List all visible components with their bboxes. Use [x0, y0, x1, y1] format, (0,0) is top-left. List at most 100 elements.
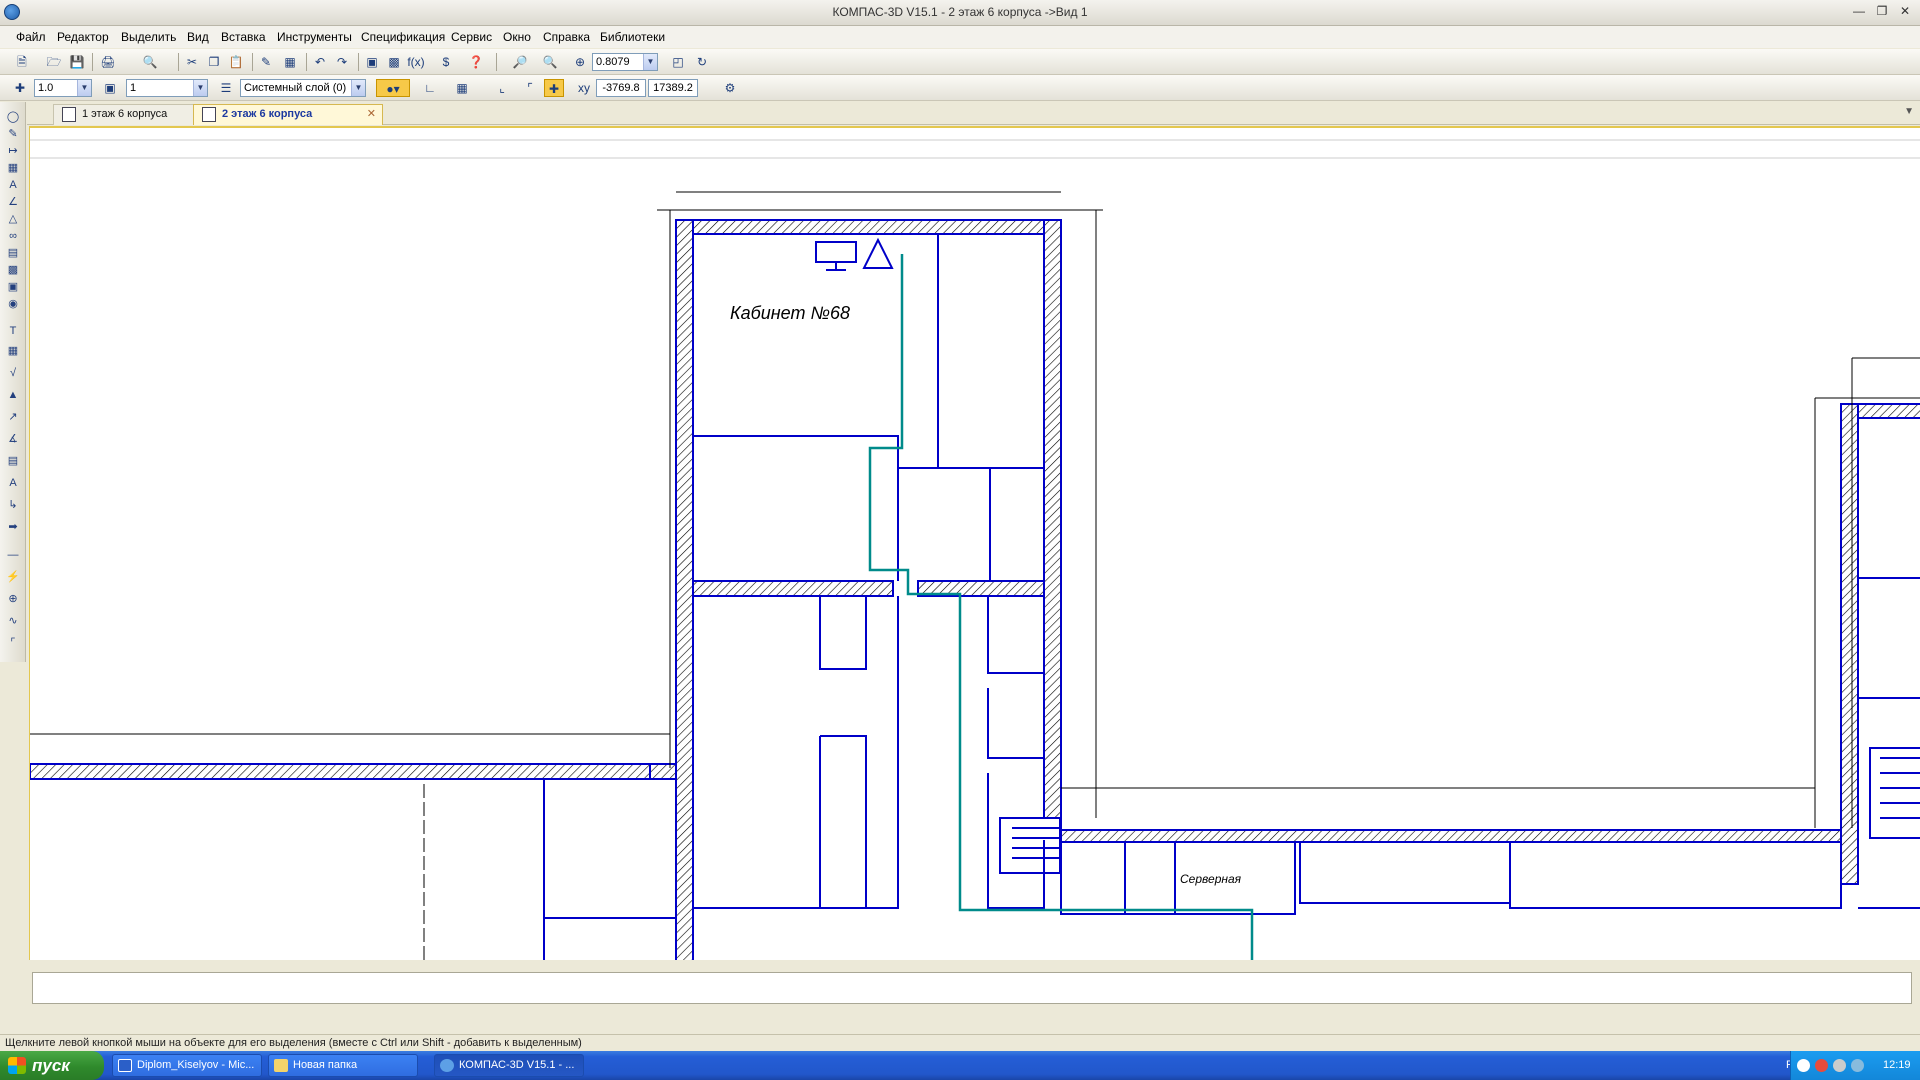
- restore-icon[interactable]: ❐: [1873, 4, 1891, 20]
- property-input[interactable]: [32, 972, 1912, 1004]
- step-combo[interactable]: 1.0 ▼: [34, 79, 92, 97]
- network-icon[interactable]: [1851, 1059, 1864, 1072]
- start-button[interactable]: пуск: [0, 1051, 104, 1080]
- select-icon[interactable]: △: [4, 212, 22, 227]
- volume-icon[interactable]: [1833, 1059, 1846, 1072]
- edit-icon[interactable]: ✎: [4, 127, 22, 142]
- chevron-down-icon[interactable]: ▼: [351, 80, 365, 96]
- measure-icon[interactable]: ∠: [4, 195, 22, 210]
- coordinates-icon[interactable]: xy: [574, 79, 594, 97]
- close-tab-icon[interactable]: ✕: [367, 105, 376, 124]
- chevron-down-icon[interactable]: ▼: [77, 80, 91, 96]
- lightning-icon[interactable]: ⚡: [4, 570, 22, 585]
- undo-icon[interactable]: ↶: [310, 53, 330, 71]
- table-icon[interactable]: ▦: [4, 344, 22, 359]
- coord-y-field[interactable]: 17389.2: [648, 79, 698, 97]
- zoom-in-icon[interactable]: ⊕: [570, 53, 590, 71]
- layer-state-icon[interactable]: ☰: [216, 79, 236, 97]
- position-icon[interactable]: ∡: [4, 432, 22, 447]
- cut-icon[interactable]: ✂: [182, 53, 202, 71]
- leader-icon[interactable]: ↗: [4, 410, 22, 425]
- parametrization-icon[interactable]: ∞: [4, 229, 22, 244]
- variables-icon[interactable]: f(x): [406, 53, 426, 71]
- menu-libraries[interactable]: Библиотеки: [600, 30, 665, 44]
- menu-file[interactable]: Файл: [16, 30, 46, 44]
- menu-window[interactable]: Окно: [503, 30, 531, 44]
- break-line-icon[interactable]: ⌜: [4, 636, 22, 651]
- tab-first-floor[interactable]: 1 этаж 6 корпуса: [53, 104, 209, 125]
- orthogonal-icon[interactable]: ∟: [420, 79, 440, 97]
- calculator-icon[interactable]: $: [436, 53, 456, 71]
- menu-view[interactable]: Вид: [187, 30, 209, 44]
- menu-insert[interactable]: Вставка: [221, 30, 266, 44]
- tab-second-floor[interactable]: 2 этаж 6 корпуса ✕: [193, 104, 383, 125]
- antivirus-icon[interactable]: [1815, 1059, 1828, 1072]
- view-arrow-icon[interactable]: ➡: [4, 520, 22, 535]
- axis-label-icon[interactable]: A: [4, 476, 22, 491]
- chevron-down-icon[interactable]: ▼: [193, 80, 207, 96]
- copy-icon[interactable]: ❐: [204, 53, 224, 71]
- wave-line-icon[interactable]: ∿: [4, 614, 22, 629]
- designation-icon[interactable]: A: [4, 178, 22, 193]
- hatch-icon[interactable]: ▦: [4, 161, 22, 176]
- menu-select[interactable]: Выделить: [121, 30, 176, 44]
- menu-specification[interactable]: Спецификация: [361, 30, 445, 44]
- roughness-icon[interactable]: √: [4, 366, 22, 381]
- task-kompas[interactable]: КОМПАС-3D V15.1 - ...: [434, 1054, 584, 1077]
- paste-icon[interactable]: 📋: [226, 53, 246, 71]
- snap-icon[interactable]: ✚: [544, 79, 564, 97]
- menu-service[interactable]: Сервис: [451, 30, 492, 44]
- library-manager-icon[interactable]: ▩: [384, 53, 404, 71]
- cut-line-icon[interactable]: ↳: [4, 498, 22, 513]
- cursor-step-icon[interactable]: ✚: [10, 79, 30, 97]
- refresh-icon[interactable]: ↻: [692, 53, 712, 71]
- tabs-menu-icon[interactable]: ▼: [1904, 106, 1914, 117]
- report-icon[interactable]: ▩: [4, 263, 22, 278]
- base-icon[interactable]: ▲: [4, 388, 22, 403]
- print-icon[interactable]: 🖨: [98, 53, 118, 71]
- help-pointer-icon[interactable]: ❓: [466, 53, 486, 71]
- minimize-icon[interactable]: —: [1850, 4, 1868, 20]
- print-preview-icon[interactable]: 🔍: [140, 53, 160, 71]
- close-icon[interactable]: ✕: [1896, 4, 1914, 20]
- tolerance-icon[interactable]: ▤: [4, 454, 22, 469]
- grid-icon[interactable]: ▦: [452, 79, 472, 97]
- axis-line-icon[interactable]: —: [4, 548, 22, 563]
- current-state-toolbar: ✚ 1.0 ▼ ▣ 1 ▼ ☰ Системный слой (0) ▼ ●▾ ∟ ▦…: [0, 75, 1920, 101]
- save-icon[interactable]: 💾: [67, 53, 87, 71]
- zoom-window-icon[interactable]: 🔎: [510, 53, 530, 71]
- dimensions-icon[interactable]: ↦: [4, 144, 22, 159]
- fragment-icon[interactable]: ◉: [4, 297, 22, 312]
- color-state-icon[interactable]: ●▾: [376, 79, 410, 97]
- local-cs-icon[interactable]: ⌞: [492, 79, 512, 97]
- text-icon[interactable]: T: [4, 324, 22, 339]
- coord-x-field[interactable]: -3769.8: [596, 79, 646, 97]
- menu-tools[interactable]: Инструменты: [277, 30, 352, 44]
- drawing-canvas[interactable]: Кабинет №68 Серверная: [29, 126, 1920, 960]
- insert-icon[interactable]: ▣: [4, 280, 22, 295]
- center-mark-icon[interactable]: ⊕: [4, 592, 22, 607]
- menu-edit[interactable]: Редактор: [57, 30, 109, 44]
- properties-icon[interactable]: ▦: [280, 53, 300, 71]
- layer-combo[interactable]: Системный слой (0) ▼: [240, 79, 366, 97]
- menu-help[interactable]: Справка: [543, 30, 590, 44]
- format-brush-icon[interactable]: ✎: [256, 53, 276, 71]
- view-state-icon[interactable]: ▣: [100, 79, 120, 97]
- chevron-down-icon[interactable]: ▼: [643, 54, 657, 70]
- parameters-icon[interactable]: ⚙: [720, 79, 740, 97]
- open-folder-icon[interactable]: 🗁: [44, 53, 64, 71]
- geometry-icon[interactable]: ◯: [4, 110, 22, 125]
- zoom-dynamic-icon[interactable]: 🔍: [540, 53, 560, 71]
- new-document-icon[interactable]: 🗎: [12, 53, 32, 71]
- task-folder[interactable]: Новая папка: [268, 1054, 418, 1077]
- view-combo[interactable]: 1 ▼: [126, 79, 208, 97]
- task-word[interactable]: Diplom_Kiselyov - Mic...: [112, 1054, 262, 1077]
- zoom-value: 0.8079: [596, 56, 630, 68]
- manager-icon[interactable]: ▣: [362, 53, 382, 71]
- zoom-combo[interactable]: 0.8079 ▼: [592, 53, 658, 71]
- tray-arrow-icon[interactable]: [1797, 1059, 1810, 1072]
- spec-icon[interactable]: ▤: [4, 246, 22, 261]
- show-all-icon[interactable]: ◰: [668, 53, 688, 71]
- redo-icon[interactable]: ↷: [332, 53, 352, 71]
- ortho-mode-icon[interactable]: ⌜: [520, 79, 540, 97]
